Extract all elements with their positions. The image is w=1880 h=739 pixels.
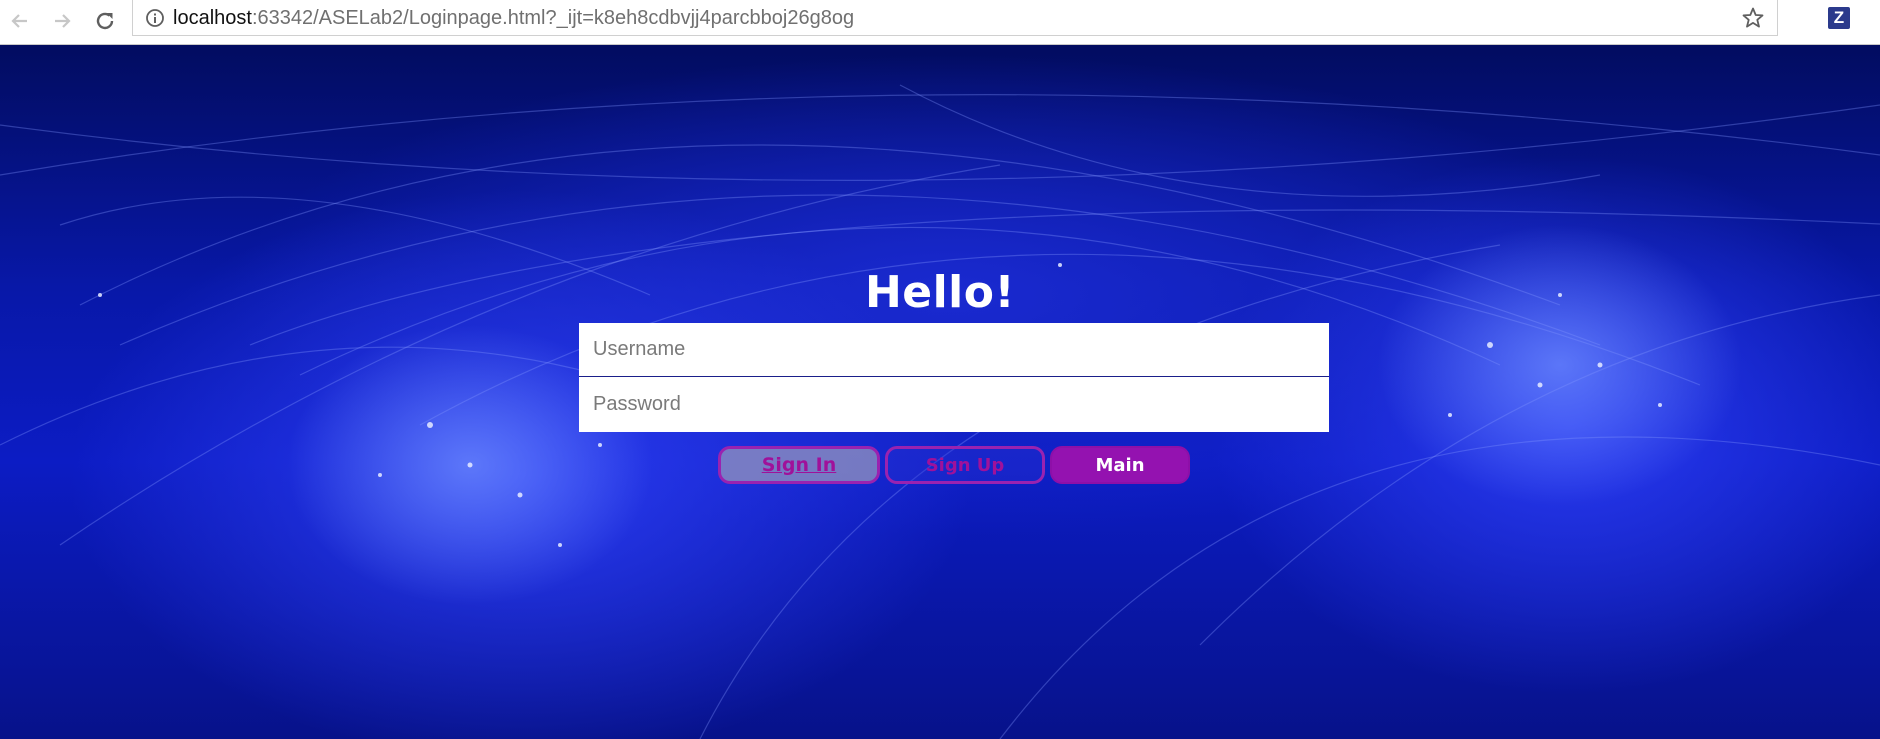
address-bar[interactable]: localhost:63342/ASELab2/Loginpage.html?_… [132,0,1778,36]
back-button[interactable] [4,5,36,37]
info-icon[interactable] [145,8,165,28]
password-input[interactable] [579,377,1329,432]
sign-up-button[interactable]: Sign Up [885,446,1045,484]
username-input[interactable] [579,323,1329,377]
reload-button[interactable] [89,5,121,37]
url-text[interactable]: localhost:63342/ASELab2/Loginpage.html?_… [173,7,854,29]
page-title: Hello! [864,267,1016,318]
arrow-left-icon [11,14,27,28]
browser-toolbar: localhost:63342/ASELab2/Loginpage.html?_… [0,0,1880,45]
arrow-right-icon [55,14,71,28]
url-host: localhost [173,7,252,29]
forward-button[interactable] [46,5,78,37]
reload-icon [96,12,114,30]
star-icon[interactable] [1741,6,1765,30]
main-button[interactable]: Main [1050,446,1190,484]
login-page: Hello! Sign In Sign Up Main [0,45,1880,739]
url-path: :63342/ASELab2/Loginpage.html?_ijt=k8eh8… [251,7,855,29]
sign-in-button[interactable]: Sign In [718,446,880,484]
z-extension-icon[interactable]: Z [1828,7,1850,29]
